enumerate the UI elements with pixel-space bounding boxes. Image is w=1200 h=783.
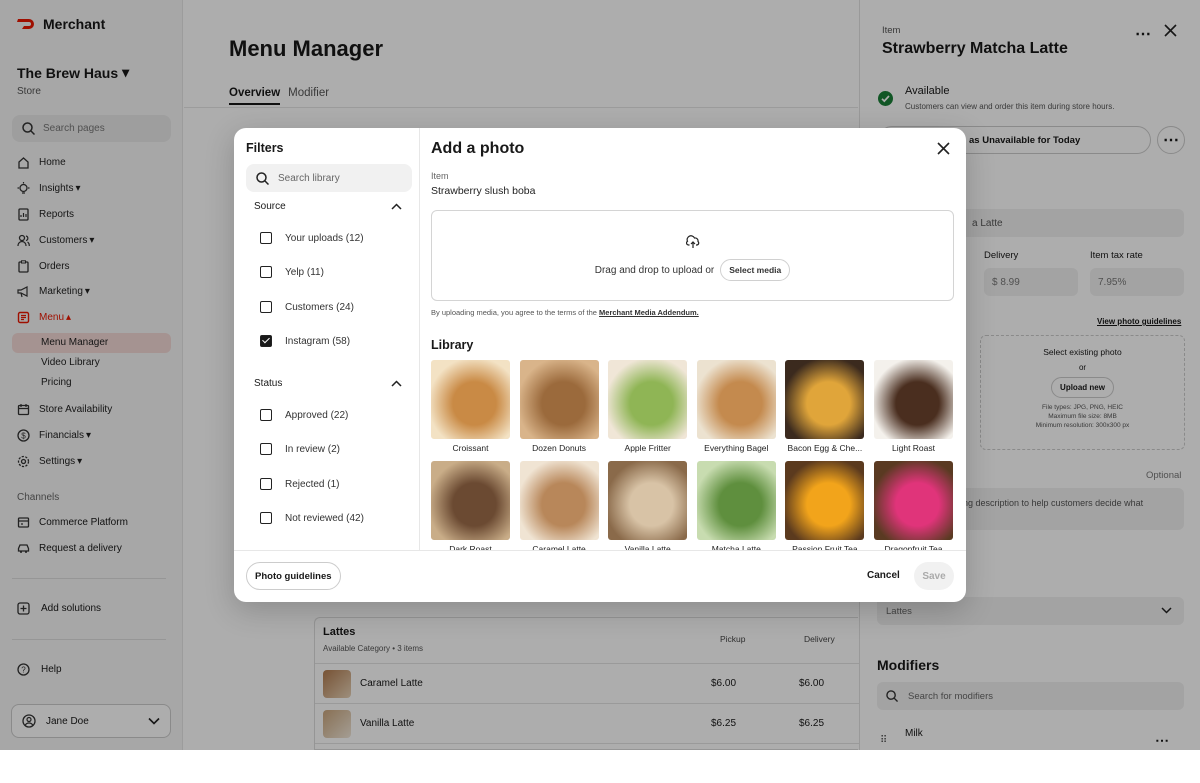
photo-thumbnail	[608, 360, 688, 439]
item-label: Item	[431, 171, 449, 181]
library-photo-tile[interactable]: Caramel Latte	[519, 461, 599, 550]
filter-checkbox-rejected[interactable]: Rejected (1)	[260, 478, 339, 490]
cancel-button[interactable]: Cancel	[867, 570, 900, 581]
checkbox-label: Instagram (58)	[285, 335, 351, 347]
library-photo-tile[interactable]: Passion Fruit Tea	[785, 461, 865, 550]
photo-caption: Bacon Egg & Che...	[787, 443, 863, 453]
checkbox[interactable]	[260, 478, 272, 490]
filter-checkbox-not-reviewed[interactable]: Not reviewed (42)	[260, 512, 364, 524]
library-photo-tile[interactable]: Everything Bagel	[696, 360, 776, 453]
checkbox-label: Customers (24)	[285, 301, 354, 313]
library-heading: Library	[431, 338, 474, 352]
drop-instructions: Drag and drop to upload or	[594, 264, 715, 276]
photo-thumbnail	[874, 461, 953, 540]
photo-thumbnail	[519, 461, 599, 540]
upload-dropzone[interactable]: Drag and drop to upload or Select media	[431, 210, 954, 301]
upload-icon	[686, 235, 700, 249]
modal-title: Add a photo	[431, 140, 525, 157]
checkbox-label: Not reviewed (42)	[285, 512, 364, 524]
chevron-up-icon	[391, 380, 402, 387]
photo-caption: Dozen Donuts	[532, 443, 587, 453]
checkbox[interactable]	[260, 266, 272, 278]
photo-guidelines-button[interactable]: Photo guidelines	[246, 562, 341, 590]
library-photo-tile[interactable]: Dragonfruit Tea	[874, 461, 953, 550]
photo-thumbnail	[785, 360, 865, 439]
photo-thumbnail	[431, 461, 510, 540]
photo-thumbnail	[785, 461, 865, 540]
filter-checkbox-approved[interactable]: Approved (22)	[260, 409, 348, 421]
save-button[interactable]: Save	[914, 562, 954, 590]
library-search-input[interactable]: Search library	[246, 164, 412, 192]
filter-checkbox-customers[interactable]: Customers (24)	[260, 301, 354, 313]
library-photo-tile[interactable]: Bacon Egg & Che...	[785, 360, 865, 453]
checkbox-label: Your uploads (12)	[285, 232, 364, 244]
photo-caption: Croissant	[452, 443, 489, 453]
library-photo-tile[interactable]: Dark Roast	[431, 461, 510, 550]
item-value: Strawberry slush boba	[431, 185, 536, 197]
photo-thumbnail	[874, 360, 953, 439]
status-section-header[interactable]: Status	[254, 378, 402, 389]
photo-thumbnail	[608, 461, 688, 540]
checkbox[interactable]	[260, 232, 272, 244]
source-label: Source	[254, 201, 286, 212]
photo-thumbnail	[696, 360, 776, 439]
filters-title: Filters	[246, 141, 284, 155]
select-media-button[interactable]: Select media	[720, 259, 791, 281]
photo-caption: Everything Bagel	[704, 443, 769, 453]
photo-thumbnail	[431, 360, 510, 439]
dropzone-text: Drag and drop to upload or Select media	[432, 259, 953, 281]
library-photo-tile[interactable]: Croissant	[431, 360, 510, 453]
source-section-header[interactable]: Source	[254, 201, 402, 212]
library-photo-tile[interactable]: Vanilla Latte	[608, 461, 688, 550]
checkbox-label: Approved (22)	[285, 409, 349, 421]
filter-checkbox-your-uploads[interactable]: Your uploads (12)	[260, 232, 364, 244]
filters-panel: Filters Search library Source Your uploa…	[234, 128, 420, 550]
checkbox[interactable]	[260, 443, 272, 455]
photo-thumbnail	[696, 461, 776, 540]
library-grid: Croissant Dozen Donuts Apple Fritter Everyt…	[431, 360, 956, 550]
terms-text: By uploading media, you agree to the ter…	[431, 308, 597, 317]
add-photo-modal: Filters Search library Source Your uploa…	[234, 128, 966, 602]
terms-notice: By uploading media, you agree to the ter…	[431, 308, 699, 317]
library-photo-tile[interactable]: Matcha Latte	[696, 461, 776, 550]
close-icon[interactable]	[937, 142, 950, 155]
checkbox-checked[interactable]	[260, 335, 272, 347]
status-label: Status	[254, 378, 283, 389]
chevron-up-icon	[391, 203, 402, 210]
checkbox-label: Rejected (1)	[285, 478, 340, 490]
modal-footer: Photo guidelines Cancel Save	[234, 550, 966, 602]
filter-checkbox-yelp[interactable]: Yelp (11)	[260, 266, 324, 278]
library-photo-tile[interactable]: Light Roast	[874, 360, 953, 453]
media-addendum-link[interactable]: Merchant Media Addendum.	[599, 308, 699, 317]
library-photo-tile[interactable]: Apple Fritter	[608, 360, 688, 453]
add-photo-content: Add a photo Item Strawberry slush boba D…	[421, 128, 966, 550]
photo-thumbnail	[519, 360, 599, 439]
checkbox-label: In review (2)	[285, 443, 341, 455]
library-search-placeholder: Search library	[278, 172, 340, 184]
library-photo-tile[interactable]: Dozen Donuts	[519, 360, 599, 453]
search-icon	[256, 171, 269, 185]
checkbox-label: Yelp (11)	[285, 266, 324, 278]
filter-checkbox-instagram[interactable]: Instagram (58)	[260, 335, 350, 347]
checkbox[interactable]	[260, 512, 272, 524]
checkbox[interactable]	[260, 409, 272, 421]
photo-caption: Apple Fritter	[624, 443, 671, 453]
photo-caption: Light Roast	[892, 443, 935, 453]
checkbox[interactable]	[260, 301, 272, 313]
filter-checkbox-in-review[interactable]: In review (2)	[260, 443, 340, 455]
